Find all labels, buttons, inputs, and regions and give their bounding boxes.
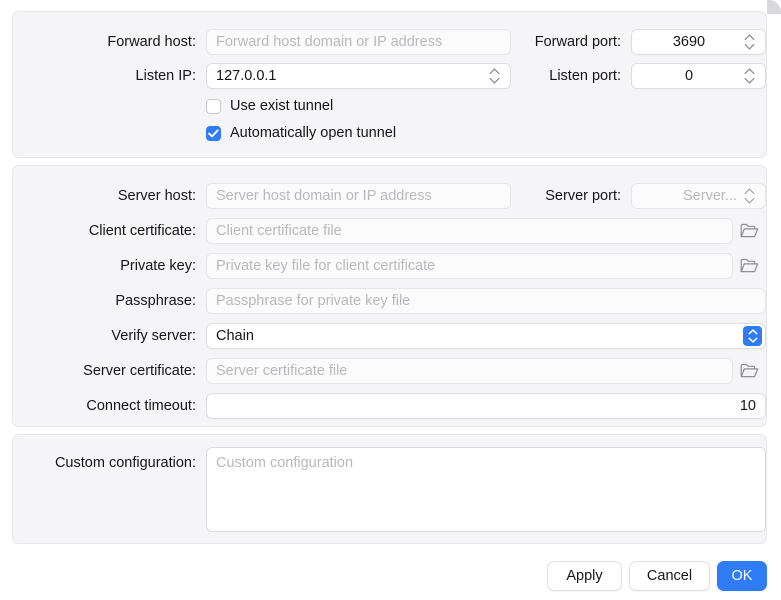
forward-port-value: 3690 [672, 34, 706, 50]
server-certificate-browse-button[interactable] [736, 358, 762, 384]
server-settings-panel: Server host: Server host domain or IP ad… [12, 165, 767, 427]
verify-server-label: Verify server: [111, 328, 196, 344]
verify-server-value: Chain [216, 328, 254, 344]
verify-server-row: Verify server: Chain [13, 322, 766, 350]
custom-configuration-textarea[interactable]: Custom configuration [206, 447, 766, 532]
passphrase-input[interactable]: Passphrase for private key file [206, 288, 766, 314]
client-certificate-placeholder: Client certificate file [216, 223, 342, 239]
connect-timeout-row: Connect timeout: 10 [13, 392, 766, 420]
private-key-input[interactable]: Private key file for client certificate [206, 253, 733, 279]
server-certificate-placeholder: Server certificate file [216, 363, 348, 379]
chevron-up-down-icon[interactable] [737, 66, 756, 86]
connect-timeout-input[interactable]: 10 [206, 393, 766, 419]
forward-host-placeholder: Forward host domain or IP address [216, 34, 443, 50]
server-host-input[interactable]: Server host domain or IP address [206, 183, 511, 209]
client-certificate-row: Client certificate: Client certificate f… [13, 217, 766, 245]
folder-icon [740, 363, 758, 378]
popup-chevron-up-down-icon[interactable] [743, 326, 762, 346]
listen-ip-row: Listen IP: 127.0.0.1 Listen port: 0 [13, 62, 766, 90]
server-port-label: Server port: [545, 188, 621, 204]
client-certificate-label: Client certificate: [88, 223, 196, 239]
server-host-row: Server host: Server host domain or IP ad… [13, 182, 766, 210]
use-exist-tunnel-checkbox[interactable]: Use exist tunnel [206, 98, 333, 114]
client-certificate-browse-button[interactable] [736, 218, 762, 244]
chevron-up-down-icon[interactable] [482, 66, 501, 86]
listen-port-label: Listen port: [549, 68, 621, 84]
custom-configuration-label: Custom configuration: [54, 455, 196, 471]
passphrase-placeholder: Passphrase for private key file [216, 293, 411, 309]
auto-open-tunnel-checkbox[interactable]: Automatically open tunnel [206, 125, 396, 141]
cancel-button[interactable]: Cancel [629, 561, 710, 591]
ok-button[interactable]: OK [717, 561, 767, 591]
auto-open-tunnel-label: Automatically open tunnel [230, 125, 397, 141]
listen-port-value: 0 [684, 68, 694, 84]
use-exist-tunnel-label: Use exist tunnel [230, 98, 334, 114]
private-key-row: Private key: Private key file for client… [13, 252, 766, 280]
server-host-label: Server host: [117, 188, 196, 204]
forward-host-input[interactable]: Forward host domain or IP address [206, 29, 511, 55]
server-port-placeholder: Server... [683, 188, 737, 204]
forward-port-stepper[interactable]: 3690 [631, 29, 766, 55]
checkbox-box[interactable] [206, 125, 221, 141]
passphrase-row: Passphrase: Passphrase for private key f… [13, 287, 766, 315]
chevron-up-down-icon[interactable] [737, 32, 756, 52]
chevron-up-down-icon[interactable] [737, 186, 756, 206]
custom-configuration-panel: Custom configuration: Custom configurati… [12, 434, 767, 544]
apply-button[interactable]: Apply [547, 561, 622, 591]
forward-settings-panel: Forward host: Forward host domain or IP … [12, 11, 767, 158]
custom-configuration-placeholder: Custom configuration [216, 455, 354, 471]
listen-ip-combobox[interactable]: 127.0.0.1 [206, 63, 511, 89]
forward-port-label: Forward port: [534, 34, 621, 50]
listen-ip-value: 127.0.0.1 [216, 68, 277, 84]
checkbox-box[interactable] [206, 98, 221, 114]
preferences-dialog: Forward host: Forward host domain or IP … [0, 0, 781, 600]
folder-icon [740, 258, 758, 273]
server-port-stepper[interactable]: Server... [631, 183, 766, 209]
dialog-body: Forward host: Forward host domain or IP … [0, 0, 781, 600]
private-key-label: Private key: [120, 258, 196, 274]
connect-timeout-label: Connect timeout: [86, 398, 196, 414]
private-key-browse-button[interactable] [736, 253, 762, 279]
listen-port-stepper[interactable]: 0 [631, 63, 766, 89]
private-key-placeholder: Private key file for client certificate [216, 258, 436, 274]
checkmark-icon [208, 128, 219, 137]
folder-icon [740, 223, 758, 238]
server-host-placeholder: Server host domain or IP address [216, 188, 432, 204]
forward-host-label: Forward host: [107, 34, 196, 50]
passphrase-label: Passphrase: [115, 293, 196, 309]
server-certificate-row: Server certificate: Server certificate f… [13, 357, 766, 385]
forward-host-row: Forward host: Forward host domain or IP … [13, 28, 766, 56]
client-certificate-input[interactable]: Client certificate file [206, 218, 733, 244]
listen-ip-label: Listen IP: [135, 68, 196, 84]
connect-timeout-value: 10 [739, 398, 756, 414]
verify-server-select[interactable]: Chain [206, 323, 766, 349]
server-certificate-label: Server certificate: [83, 363, 196, 379]
server-certificate-input[interactable]: Server certificate file [206, 358, 733, 384]
